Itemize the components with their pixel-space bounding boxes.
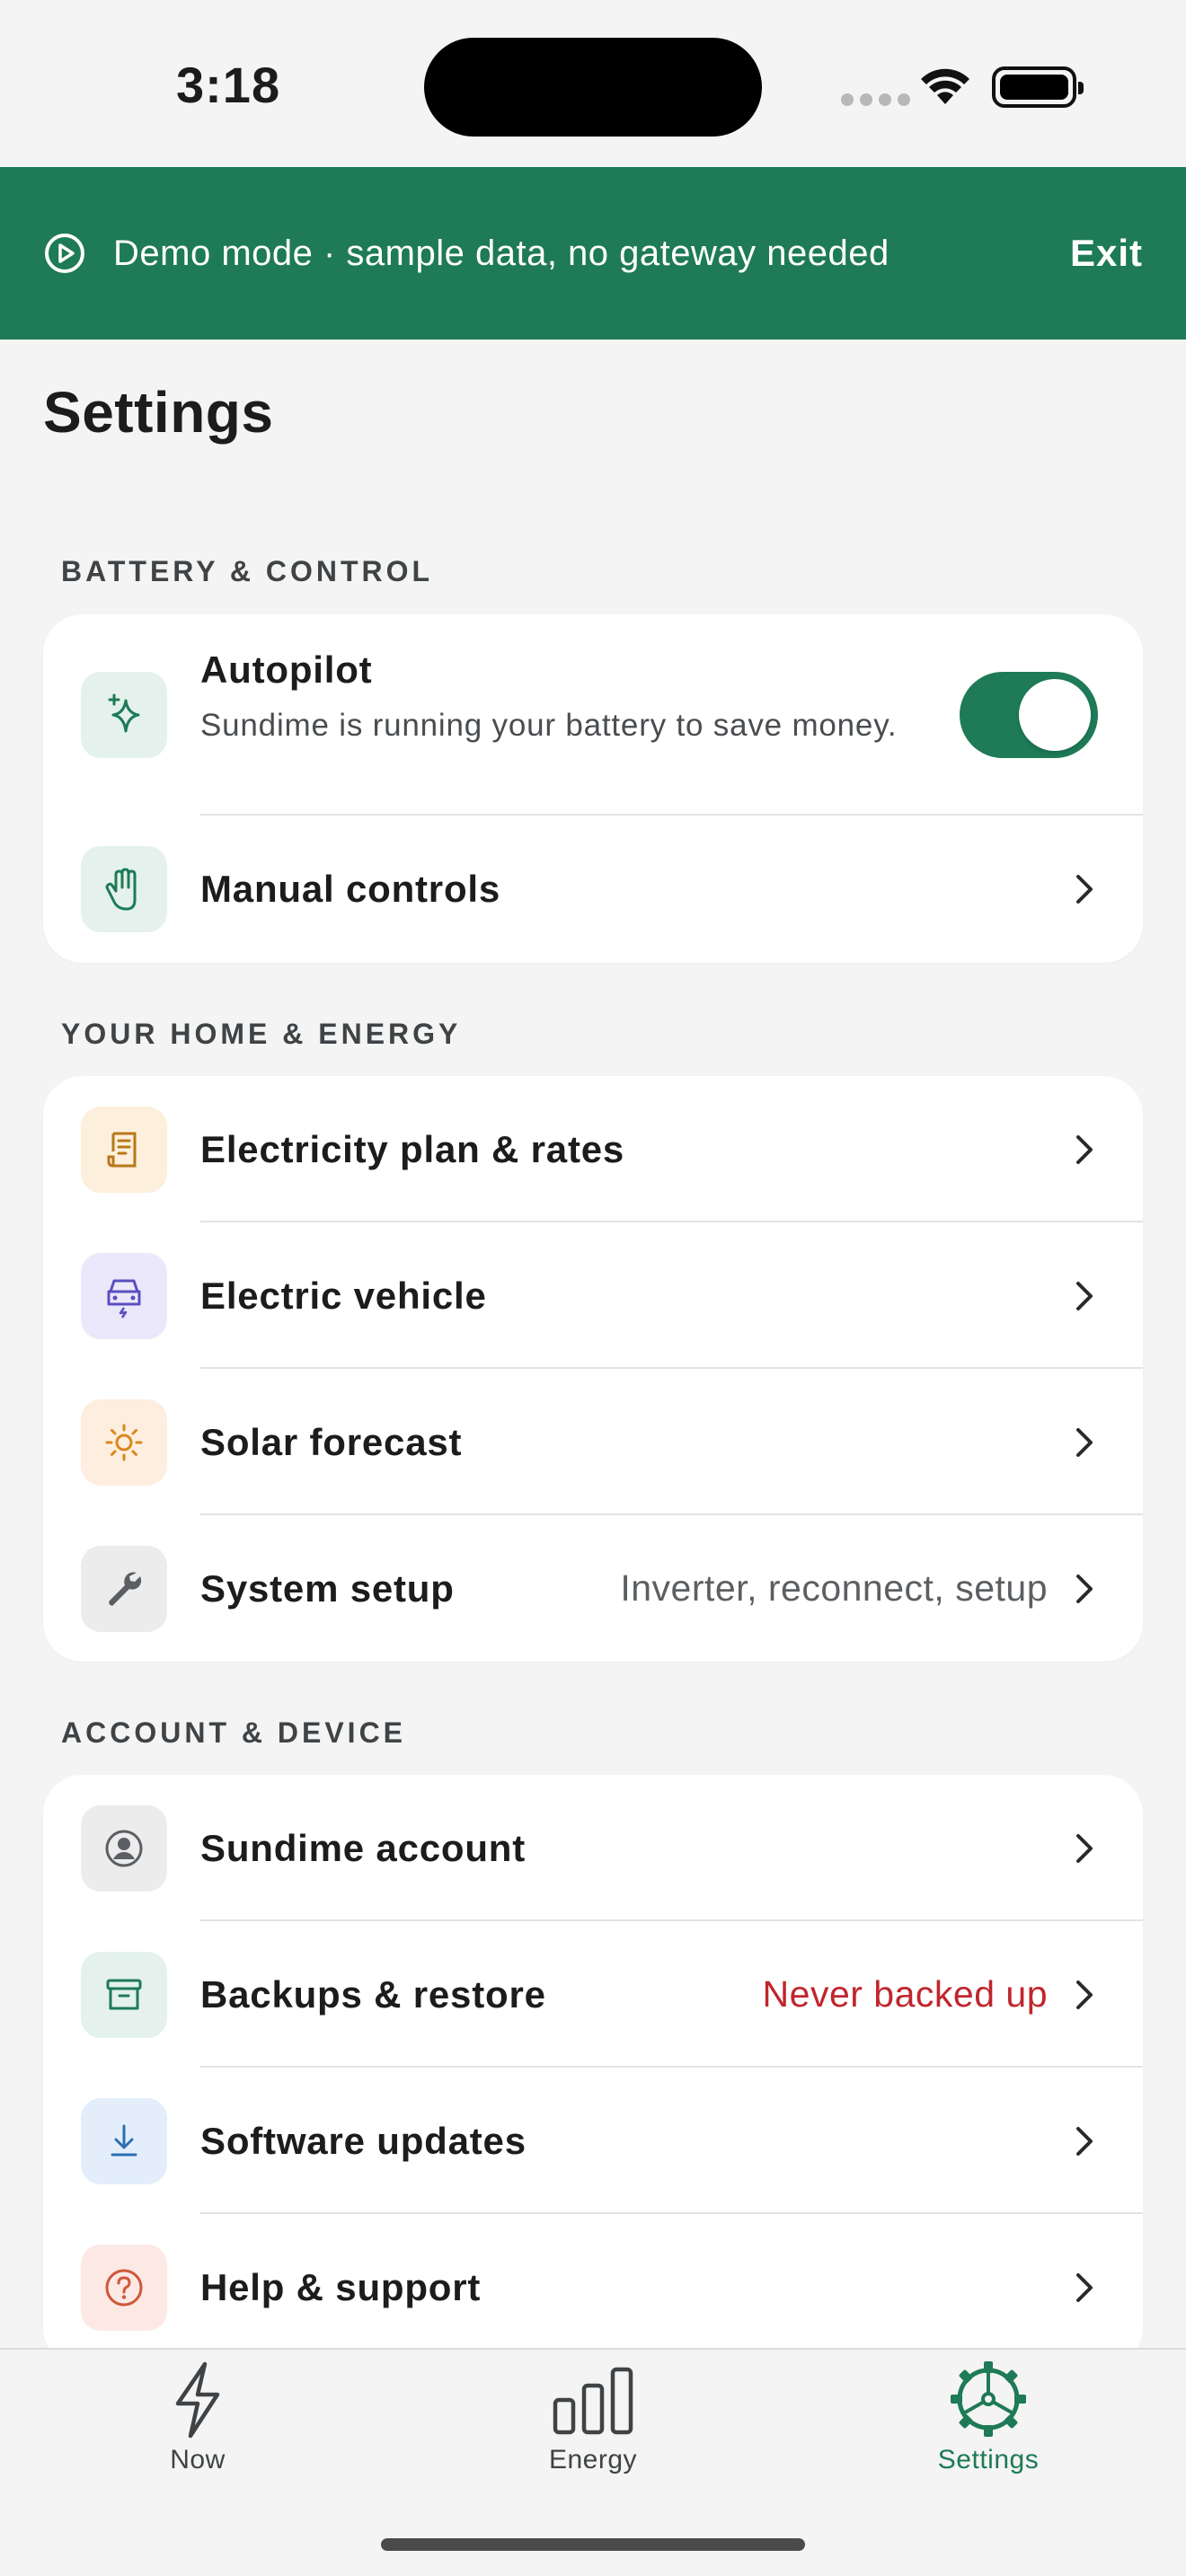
solar-forecast-row[interactable]: Solar forecast xyxy=(43,1369,1143,1515)
wrench-icon xyxy=(81,1545,167,1632)
backup-status-value: Never backed up xyxy=(762,1973,1048,2015)
wifi-icon xyxy=(921,68,969,104)
page-title: Settings xyxy=(43,380,274,445)
status-time: 3:18 xyxy=(176,57,281,113)
chevron-right-icon xyxy=(1076,1281,1093,1310)
sundime-account-label: Sundime account xyxy=(200,1826,527,1869)
system-setup-value: Inverter, reconnect, setup xyxy=(620,1567,1048,1609)
bolt-icon xyxy=(175,2361,220,2439)
settings-screen: 3:18 Demo mode · sample data, no gateway… xyxy=(0,0,1186,2576)
dynamic-island xyxy=(424,38,762,137)
backups-restore-row[interactable]: Backups & restore Never backed up xyxy=(43,1921,1143,2068)
tab-now[interactable]: Now xyxy=(90,2359,305,2475)
backups-restore-label: Backups & restore xyxy=(200,1972,546,2016)
download-icon xyxy=(81,2097,167,2184)
play-circle-icon xyxy=(45,234,84,273)
software-updates-row[interactable]: Software updates xyxy=(43,2068,1143,2214)
chevron-right-icon xyxy=(1076,1980,1093,2009)
account-device-card: Sundime account Backups & restore Never … xyxy=(43,1775,1143,2368)
section-header-account: ACCOUNT & DEVICE xyxy=(61,1716,407,1749)
tab-settings-label: Settings xyxy=(937,2445,1040,2475)
home-indicator[interactable] xyxy=(381,2538,805,2551)
software-updates-label: Software updates xyxy=(200,2119,527,2162)
electric-vehicle-label: Electric vehicle xyxy=(200,1274,487,1317)
help-support-row[interactable]: Help & support xyxy=(43,2214,1143,2360)
chevron-right-icon xyxy=(1076,1574,1093,1603)
person-icon xyxy=(81,1804,167,1892)
battery-control-card: Autopilot Sundime is running your batter… xyxy=(43,614,1143,963)
section-header-battery: BATTERY & CONTROL xyxy=(61,555,434,587)
hand-icon xyxy=(81,845,167,932)
bar-chart-icon xyxy=(553,2367,633,2435)
sun-icon xyxy=(81,1398,167,1486)
archive-icon xyxy=(81,1951,167,2038)
sparkle-icon xyxy=(81,672,167,758)
status-bar: 3:18 xyxy=(0,0,1186,167)
autopilot-toggle[interactable] xyxy=(960,672,1098,758)
home-energy-card: Electricity plan & rates Electric vehicl… xyxy=(43,1076,1143,1662)
chevron-right-icon xyxy=(1076,1134,1093,1164)
sundime-account-row[interactable]: Sundime account xyxy=(43,1775,1143,1921)
manual-controls-row[interactable]: Manual controls xyxy=(43,816,1143,962)
solar-forecast-label: Solar forecast xyxy=(200,1420,463,1463)
demo-mode-message: Demo mode · sample data, no gateway need… xyxy=(113,233,890,273)
chevron-right-icon xyxy=(1076,1427,1093,1457)
system-setup-label: System setup xyxy=(200,1566,455,1610)
chevron-right-icon xyxy=(1076,2126,1093,2156)
battery-icon xyxy=(992,66,1084,108)
exit-demo-button[interactable]: Exit xyxy=(1070,232,1143,275)
toggle-knob xyxy=(1019,679,1091,751)
electricity-plan-label: Electricity plan & rates xyxy=(200,1127,625,1170)
autopilot-description: Sundime is running your battery to save … xyxy=(200,708,898,743)
chevron-right-icon xyxy=(1076,874,1093,904)
tab-now-label: Now xyxy=(170,2445,226,2475)
electric-vehicle-row[interactable]: Electric vehicle xyxy=(43,1222,1143,1369)
gear-icon xyxy=(951,2361,1026,2437)
tab-energy-label: Energy xyxy=(548,2445,638,2475)
tab-energy[interactable]: Energy xyxy=(485,2359,701,2475)
demo-mode-banner: Demo mode · sample data, no gateway need… xyxy=(0,167,1186,340)
electricity-plan-row[interactable]: Electricity plan & rates xyxy=(43,1076,1143,1222)
cellular-signal-icon xyxy=(841,93,910,106)
autopilot-row: Autopilot Sundime is running your batter… xyxy=(43,614,1143,816)
manual-controls-label: Manual controls xyxy=(200,867,501,910)
help-icon xyxy=(81,2244,167,2331)
section-header-home: YOUR HOME & ENERGY xyxy=(61,1018,462,1050)
chevron-right-icon xyxy=(1076,1833,1093,1863)
autopilot-label: Autopilot xyxy=(200,648,373,691)
system-setup-row[interactable]: System setup Inverter, reconnect, setup xyxy=(43,1515,1143,1662)
receipt-icon xyxy=(81,1106,167,1193)
help-support-label: Help & support xyxy=(200,2265,482,2308)
car-icon xyxy=(81,1252,167,1339)
chevron-right-icon xyxy=(1076,2272,1093,2302)
tab-settings[interactable]: Settings xyxy=(881,2359,1096,2475)
